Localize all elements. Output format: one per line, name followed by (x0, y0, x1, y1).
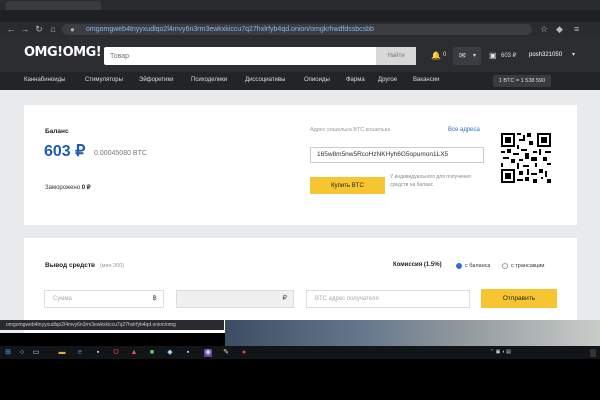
taskbar-app-icon[interactable]: ▲ (130, 349, 138, 357)
address-note: У индивидуального для получения средств … (390, 174, 471, 188)
withdraw-card: Вывод средств (мин 300) Комиссия (1.5%) … (24, 238, 577, 333)
search-input[interactable] (104, 47, 376, 65)
notification-count: 0 (443, 52, 447, 58)
tor-browser-icon[interactable]: ◉ (204, 349, 212, 357)
balance-btc: 0.00045080 BTC (94, 150, 147, 157)
radio-from-transfer-label[interactable]: с трансакции (511, 263, 544, 269)
bookmark-icon[interactable]: ☆ (540, 24, 548, 35)
withdraw-title: Вывод средств (мин 300) (45, 262, 124, 269)
screen: ← → ↻ ⌂ ● omgomgweb4tnyyxudlqo2l4mvy6n3r… (0, 0, 600, 400)
site-logo[interactable]: OMG!OMG! (24, 45, 102, 60)
messages-button[interactable]: ✉ ▾ (453, 47, 481, 65)
amount-placeholder: Сумма (53, 296, 72, 302)
ruble-icon: ₽ (282, 295, 287, 302)
taskbar-app-icon[interactable]: ▪ (184, 349, 192, 357)
edge-icon[interactable]: e (76, 349, 84, 357)
url-text: omgomgweb4tnyyxudlqo2l4mvy6n3rm3ewkxkicc… (86, 26, 374, 33)
browser-tab[interactable] (6, 1, 101, 10)
taskbar: ⊞ ○ ▭ ▬ e ▪ O ▲ ■ ◆ ▪ ◉ ✎ ● ⌃ ▣ ◖ ▤ (0, 346, 600, 359)
chevron-down-icon[interactable]: ▾ (572, 51, 575, 58)
radio-from-transfer[interactable] (502, 263, 508, 269)
desktop-wallpaper (225, 320, 600, 346)
mail-caret-icon: ▾ (473, 53, 477, 59)
taskbar-app-icon[interactable]: ▪ (94, 349, 102, 357)
qr-code (501, 133, 551, 183)
bell-icon[interactable]: 🔔 (431, 51, 441, 60)
nav-item[interactable]: Психоделики (191, 77, 227, 83)
home-icon[interactable]: ⌂ (48, 24, 58, 34)
radio-from-balance-label[interactable]: с баланса (465, 263, 490, 269)
task-view-icon[interactable]: ▭ (32, 349, 40, 357)
status-bar-link: omgomgweb4tnyyxudlqo2l4mvy6n3rm3ewkxkicc… (0, 320, 224, 330)
nav-item[interactable]: Диссоциативы (245, 77, 285, 83)
tab-strip (0, 0, 600, 10)
frozen-label: Заморожено (45, 185, 81, 191)
windows-start-icon[interactable]: ⊞ (4, 349, 12, 357)
nav-item[interactable]: Вакансии (413, 77, 439, 83)
nav-item[interactable]: Каннабиноиды (24, 77, 65, 83)
balance-rub: 603 ₽ (44, 143, 86, 160)
address-bar: ← → ↻ ⌂ ● omgomgweb4tnyyxudlqo2l4mvy6n3r… (0, 22, 600, 37)
opera-icon[interactable]: O (112, 349, 120, 357)
mail-icon: ✉ (459, 51, 466, 60)
url-field[interactable]: ● omgomgweb4tnyyxudlqo2l4mvy6n3rm3ewkxki… (62, 24, 532, 35)
lock-icon: ● (70, 25, 75, 34)
all-addresses-link[interactable]: Все адреса (448, 127, 480, 133)
frozen-balance: Заморожено 0 ₽ (45, 184, 91, 191)
show-desktop-button[interactable] (590, 349, 596, 357)
page-content: Баланс 603 ₽ 0.00045080 BTC Заморожено 0… (0, 90, 600, 333)
send-button[interactable]: Отправить (481, 289, 557, 308)
balance-label: Баланс (45, 128, 69, 135)
nav-item[interactable]: Фарма (346, 77, 365, 83)
buy-btc-button[interactable]: Купить BTC (310, 177, 385, 194)
menu-icon[interactable]: ≡ (574, 24, 579, 34)
nav-item[interactable]: Эйфоретики (139, 77, 174, 83)
amount-btc-input[interactable]: Сумма ฿ (44, 290, 164, 308)
withdraw-min-note: (мин 300) (99, 263, 125, 269)
taskbar-app-icon[interactable]: ■ (148, 349, 156, 357)
balance-card: Баланс 603 ₽ 0.00045080 BTC Заморожено 0… (24, 105, 577, 225)
category-nav: Каннабиноиды Стимуляторы Эйфоретики Псих… (0, 72, 600, 90)
record-icon[interactable]: ● (240, 349, 248, 357)
nav-item[interactable]: Опиоиды (304, 77, 330, 83)
fee-label: Комиссия (1.5%) (393, 262, 442, 268)
recipient-address-input[interactable]: BTC адрес получателя (306, 290, 470, 308)
frozen-value: 0 ₽ (81, 185, 91, 191)
file-explorer-icon[interactable]: ▬ (58, 349, 66, 357)
nav-item[interactable]: Стимуляторы (85, 77, 123, 83)
amount-rub-input[interactable]: ₽ (176, 290, 294, 308)
back-icon[interactable]: ← (6, 24, 16, 34)
btc-rate: 1 BTC = 1 538 590 (493, 75, 551, 87)
site-header: OMG!OMG! Найти 🔔 0 ✉ ▾ ▣ 603 ₽ posh32105… (0, 37, 600, 72)
shield-icon[interactable]: ◆ (556, 24, 563, 35)
radio-from-balance[interactable] (456, 263, 462, 269)
address-label: Адрес кошелька BTC кошелька (310, 127, 391, 133)
tray-icons[interactable]: ⌃ ▣ ◖ ▤ (490, 349, 511, 355)
reload-icon[interactable]: ↻ (34, 24, 44, 34)
search-bar: Найти (104, 47, 416, 65)
withdraw-title-text: Вывод средств (45, 262, 96, 269)
wallet-icon[interactable]: ▣ (489, 51, 497, 60)
address-placeholder: BTC адрес получателя (315, 296, 379, 302)
btc-address-field[interactable]: 165w8m5nw5RcoHzNKHyh6G5opumon1LX5 (310, 147, 484, 163)
nav-item[interactable]: Другое (378, 77, 397, 83)
browser-window: ← → ↻ ⌂ ● omgomgweb4tnyyxudlqo2l4mvy6n3r… (0, 0, 600, 333)
taskbar-app-icon[interactable]: ◆ (166, 349, 174, 357)
bitcoin-icon: ฿ (152, 295, 157, 302)
taskbar-app-icon[interactable]: ✎ (222, 349, 230, 357)
username[interactable]: posh321050 (529, 52, 562, 58)
search-button[interactable]: Найти (376, 47, 416, 65)
forward-icon[interactable]: → (20, 24, 30, 34)
taskbar-search-icon[interactable]: ○ (18, 349, 26, 357)
balance-header[interactable]: 603 ₽ (501, 52, 517, 59)
